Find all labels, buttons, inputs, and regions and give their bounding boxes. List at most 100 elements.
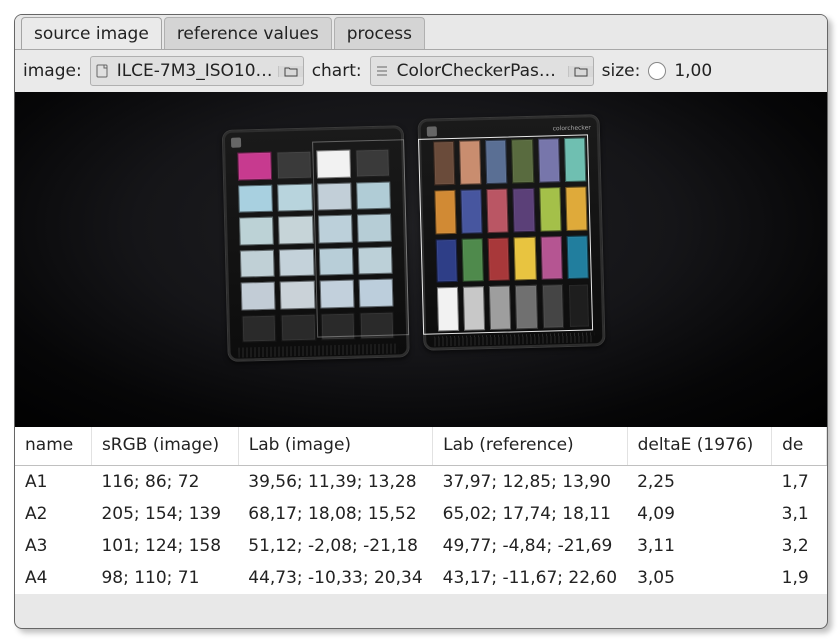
passport-right-card: colorchecker [418, 114, 606, 351]
cell: 2,25 [627, 466, 772, 499]
swatch [281, 313, 316, 341]
chart-label: chart: [312, 61, 362, 81]
swatch [514, 236, 536, 280]
swatch [433, 141, 455, 185]
tab-source-image[interactable]: source image [21, 17, 162, 49]
swatch [280, 281, 315, 309]
cell: 98; 110; 71 [91, 562, 238, 594]
cell: 116; 86; 72 [91, 466, 238, 499]
document-icon [91, 64, 113, 78]
cell: A3 [15, 530, 91, 562]
chart-file-chooser[interactable]: ColorCheckerPassp... [370, 56, 594, 86]
open-folder-icon[interactable] [278, 66, 303, 77]
swatch [489, 286, 511, 330]
swatch [515, 285, 537, 329]
swatch [279, 248, 314, 276]
swatch [512, 139, 534, 183]
swatch [434, 190, 456, 234]
swatch [542, 284, 564, 328]
swatch [320, 312, 355, 340]
swatch [488, 237, 510, 281]
results-table: namesRGB (image)Lab (image)Lab (referenc… [15, 427, 827, 594]
tab-process[interactable]: process [334, 17, 425, 49]
swatch [539, 187, 561, 231]
size-radio[interactable] [648, 62, 666, 80]
swatch [356, 181, 391, 209]
swatch [318, 215, 353, 243]
swatch [357, 214, 392, 242]
image-preview[interactable]: colorchecker [15, 92, 827, 427]
cell: 4,09 [627, 498, 772, 530]
table-row[interactable]: A1116; 86; 7239,56; 11,39; 13,2837,97; 1… [15, 466, 827, 499]
size-label: size: [602, 61, 641, 81]
column-header[interactable]: de [772, 427, 827, 466]
column-header[interactable]: name [15, 427, 91, 466]
swatch [237, 152, 272, 180]
cell: 51,12; -2,08; -21,18 [238, 530, 432, 562]
column-header[interactable]: Lab (reference) [433, 427, 627, 466]
swatch [564, 137, 586, 181]
swatch [241, 282, 276, 310]
tab-reference-values[interactable]: reference values [164, 17, 332, 49]
swatch [565, 186, 587, 230]
open-folder-icon[interactable] [568, 66, 593, 77]
table-row[interactable]: A2205; 154; 13968,17; 18,08; 15,5265,02;… [15, 498, 827, 530]
cell: 68,17; 18,08; 15,52 [238, 498, 432, 530]
swatch [462, 238, 484, 282]
image-label: image: [23, 61, 82, 81]
column-header[interactable]: sRGB (image) [91, 427, 238, 466]
results-table-container: namesRGB (image)Lab (image)Lab (referenc… [15, 427, 827, 594]
cell: A4 [15, 562, 91, 594]
app-window: source image reference values process im… [14, 14, 828, 629]
table-row[interactable]: A3101; 124; 15851,12; -2,08; -21,1849,77… [15, 530, 827, 562]
swatch [566, 235, 588, 279]
cell: 1,7 [772, 466, 827, 499]
swatch [318, 247, 353, 275]
swatch [459, 140, 481, 184]
swatch [463, 286, 485, 330]
cell: 101; 124; 158 [91, 530, 238, 562]
cell: A2 [15, 498, 91, 530]
swatch [485, 140, 507, 184]
swatch [278, 216, 313, 244]
swatch [436, 238, 458, 282]
cell: 49,77; -4,84; -21,69 [433, 530, 627, 562]
passport-left-card [222, 125, 410, 362]
swatch [239, 217, 274, 245]
cell: 65,02; 17,74; 18,11 [433, 498, 627, 530]
swatch [461, 189, 483, 233]
swatch [319, 280, 354, 308]
cell: 205; 154; 139 [91, 498, 238, 530]
swatch [277, 183, 312, 211]
cell: A1 [15, 466, 91, 499]
cell: 3,2 [772, 530, 827, 562]
column-header[interactable]: Lab (image) [238, 427, 432, 466]
swatch [487, 188, 509, 232]
swatch [355, 149, 390, 177]
swatch [568, 284, 590, 328]
cell: 3,1 [772, 498, 827, 530]
cell: 3,05 [627, 562, 772, 594]
column-header[interactable]: deltaE (1976) [627, 427, 772, 466]
swatch [316, 150, 351, 178]
swatch [358, 246, 393, 274]
table-row[interactable]: A498; 110; 7144,73; -10,33; 20,3443,17; … [15, 562, 827, 594]
swatch [538, 138, 560, 182]
cell: 44,73; -10,33; 20,34 [238, 562, 432, 594]
colorchecker-passport: colorchecker [222, 112, 607, 392]
image-file-name: ILCE-7M3_ISO100_A... [113, 61, 278, 81]
cell: 3,11 [627, 530, 772, 562]
swatch [437, 287, 459, 331]
swatch [277, 151, 312, 179]
image-file-chooser[interactable]: ILCE-7M3_ISO100_A... [90, 56, 304, 86]
swatch [540, 236, 562, 280]
toolbar: image: ILCE-7M3_ISO100_A... chart: Color… [15, 50, 827, 92]
tab-bar: source image reference values process [15, 15, 827, 49]
list-icon [371, 65, 393, 77]
cell: 43,17; -11,67; 22,60 [433, 562, 627, 594]
size-value: 1,00 [674, 61, 712, 81]
swatch [240, 249, 275, 277]
swatch [513, 188, 535, 232]
swatch [242, 314, 277, 342]
swatch [317, 182, 352, 210]
